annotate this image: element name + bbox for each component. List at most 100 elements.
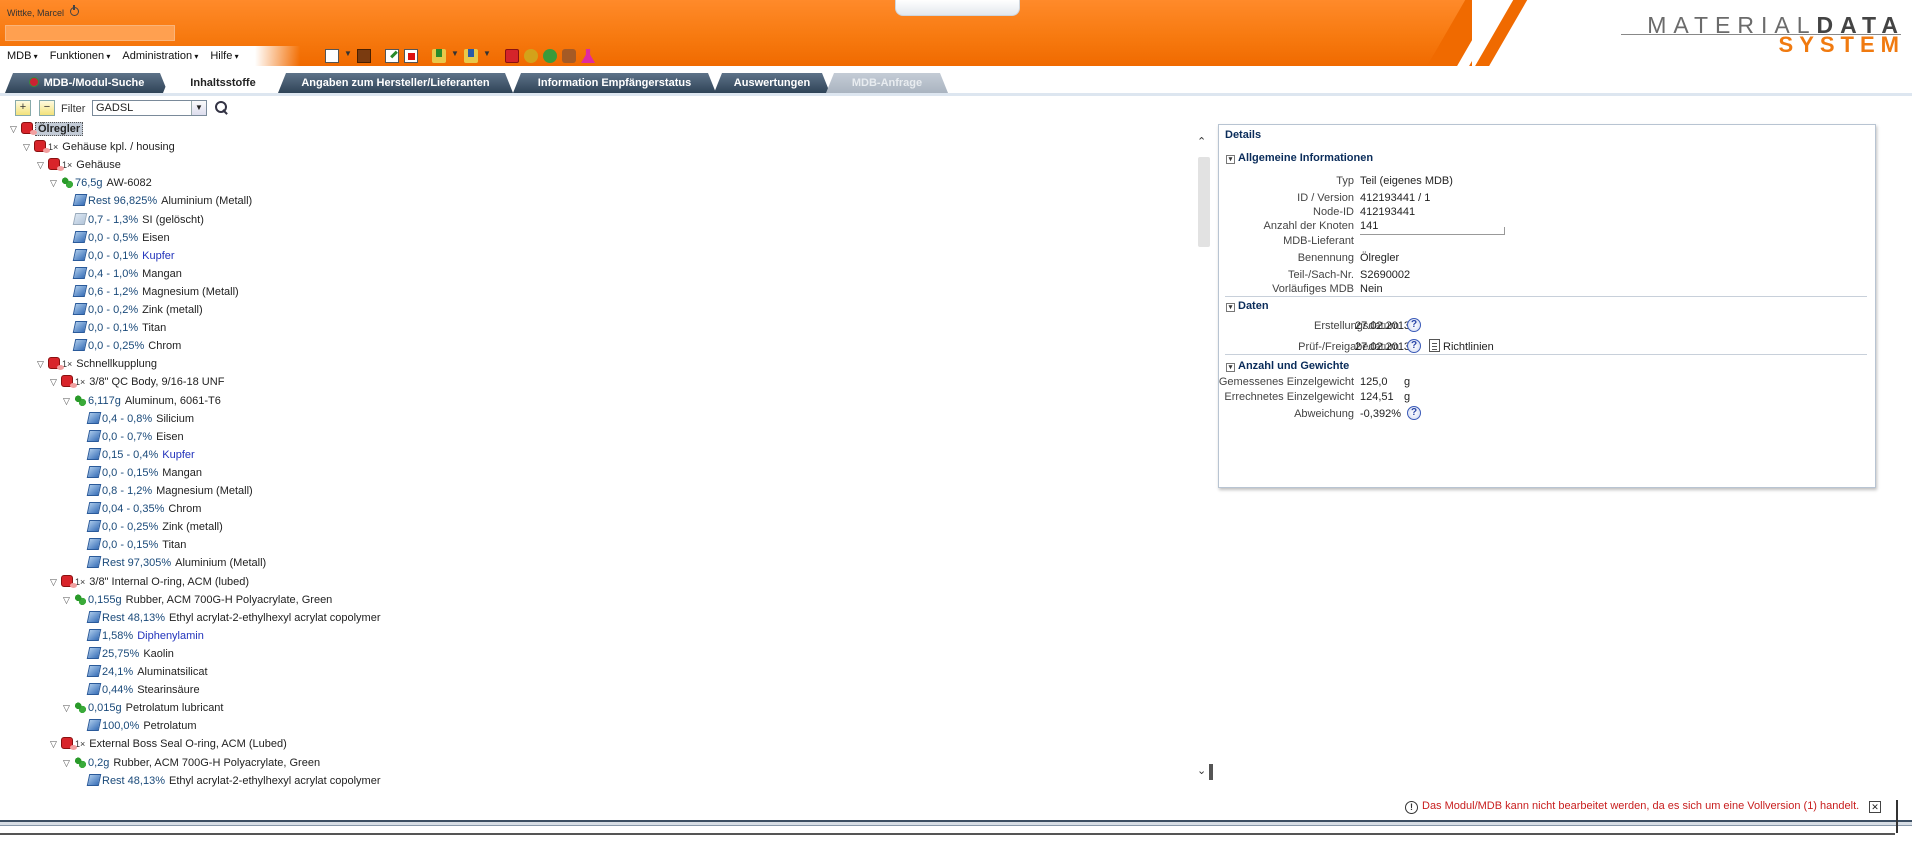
section-daten[interactable]: ▾ Daten [1226,299,1269,313]
tree-node[interactable]: 0,7 - 1,3% SI (gelöscht) [63,212,204,228]
expand-toggle-icon[interactable]: ▽ [63,592,74,608]
tree-node[interactable]: ▽ Ölregler [10,121,84,137]
tree-node[interactable]: 0,0 - 0,25% Chrom [63,338,181,354]
tree-node[interactable]: 0,0 - 0,2% Zink (metall) [63,302,203,318]
tab-empfaengerstatus[interactable]: Information Empfängerstatus [513,73,716,93]
tree-node[interactable]: 0,0 - 0,15% Mangan [77,465,202,481]
collapse-icon[interactable]: ▾ [1226,303,1235,312]
tree-node[interactable]: ▽ 0,015g Petrolatum lubricant [63,700,223,716]
component-icon [48,158,64,171]
search-icon[interactable] [215,101,228,114]
tree-node[interactable]: 0,15 - 0,4% Kupfer [77,447,195,463]
semi-component-icon[interactable] [524,49,538,63]
flask-icon[interactable] [581,49,595,63]
substance-icon [72,285,88,297]
tree-node[interactable]: 0,0 - 0,25% Zink (metall) [77,519,223,535]
document-icon[interactable] [1429,339,1440,352]
tab-auswertungen[interactable]: Auswertungen [714,73,830,93]
pdf-icon[interactable] [404,49,418,63]
node-name-link[interactable]: Kupfer [142,250,174,262]
chevron-down-icon[interactable]: ▼ [344,49,352,63]
menu-administration[interactable]: Administration [122,50,198,62]
node-name-link[interactable]: Diphenylamin [137,630,204,642]
tree-node[interactable]: 0,0 - 0,5% Eisen [63,230,170,246]
tree-node[interactable]: 0,4 - 1,0% Mangan [63,266,182,282]
download-icon[interactable] [432,49,446,63]
component-icon[interactable] [505,49,519,63]
expand-toggle-icon[interactable]: ▽ [37,157,48,173]
bag-icon[interactable] [562,49,576,63]
filter-select[interactable]: GADSL ▼ [92,100,207,116]
collapse-icon[interactable]: ▾ [1226,155,1235,164]
upload-icon[interactable] [464,49,478,63]
expand-all-icon[interactable]: + [15,100,31,116]
menu-hilfe[interactable]: Hilfe [210,50,238,62]
tree-node[interactable]: 100,0% Petrolatum [77,718,197,734]
tree-node[interactable]: 0,04 - 0,35% Chrom [77,501,201,517]
expand-toggle-icon[interactable]: ▽ [63,700,74,716]
right-edge-handle[interactable] [1896,800,1904,833]
tree-node[interactable]: ▽ 0,2g Rubber, ACM 700G-H Polyacrylate, Gr… [63,755,320,771]
tree-node[interactable]: ▽ 76,5g AW-6082 [50,175,152,191]
expand-toggle-icon[interactable]: ▽ [10,121,21,137]
tree-node[interactable]: 0,0 - 0,7% Eisen [77,429,184,445]
material-icon[interactable] [543,49,557,63]
save-icon[interactable] [357,49,371,63]
section-allgemeine-informationen[interactable]: ▾ Allgemeine Informationen [1226,151,1373,165]
tree-node[interactable]: 0,0 - 0,1% Kupfer [63,248,175,264]
tree-node[interactable]: ▽ 0,155g Rubber, ACM 700G-H Polyacrylate, … [63,592,332,608]
help-icon[interactable]: ? [1407,339,1421,353]
chevron-down-icon[interactable]: ▼ [191,101,206,115]
expand-toggle-icon[interactable]: ▽ [63,755,74,771]
scroll-up-icon[interactable]: ⌃ [1197,137,1209,148]
tree-node[interactable]: ▽ 1× Schnellkupplung [37,356,157,372]
expand-toggle-icon[interactable]: ▽ [50,175,61,191]
new-document-icon[interactable] [325,49,339,63]
tree-node[interactable]: 0,0 - 0,15% Titan [77,537,186,553]
menu-mdb[interactable]: MDB [7,50,38,62]
expand-toggle-icon[interactable]: ▽ [50,374,61,390]
logout-icon[interactable] [70,5,79,16]
tree-node[interactable]: 0,4 - 0,8% Silicium [77,411,194,427]
expand-toggle-icon[interactable]: ▽ [37,356,48,372]
edit-check-icon[interactable] [385,49,399,63]
help-icon[interactable]: ? [1407,318,1421,332]
section-anzahl-gewichte[interactable]: ▾ Anzahl und Gewichte [1226,359,1349,373]
tree-node[interactable]: Rest 48,13% Ethyl acrylat-2-ethylhexyl ac… [77,610,381,626]
chevron-down-icon[interactable]: ▼ [483,49,491,63]
close-icon[interactable]: ✕ [1869,801,1881,813]
expand-toggle-icon[interactable]: ▽ [50,736,61,752]
tree-node[interactable]: ▽ 1× Gehäuse kpl. / housing [23,139,175,155]
tree-node[interactable]: 0,44% Stearinsäure [77,682,200,698]
tree-node[interactable]: 25,75% Kaolin [77,646,174,662]
tree-node[interactable]: Rest 97,305% Aluminium (Metall) [77,555,266,571]
menu-funktionen[interactable]: Funktionen [50,50,111,62]
tree-scrollbar-thumb[interactable] [1198,157,1210,247]
tree-node[interactable]: 1,58% Diphenylamin [77,628,204,644]
expand-toggle-icon[interactable]: ▽ [63,393,74,409]
tree-node[interactable]: 0,6 - 1,2% Magnesium (Metall) [63,284,239,300]
tree-node[interactable]: Rest 96,825% Aluminium (Metall) [63,193,252,209]
help-icon[interactable]: ? [1407,406,1421,420]
collapse-icon[interactable]: ▾ [1226,363,1235,372]
tree-node[interactable]: 0,8 - 1,2% Magnesium (Metall) [77,483,253,499]
tree-node[interactable]: 24,1% Aluminatsilicat [77,664,208,680]
node-name-link[interactable]: Kupfer [162,449,194,461]
expand-toggle-icon[interactable]: ▽ [23,139,34,155]
tab-mdb-modul-suche[interactable]: MDB-/Modul-Suche [5,73,168,93]
tab-hersteller-lieferanten[interactable]: Angaben zum Hersteller/Lieferanten [278,73,513,93]
chevron-down-icon[interactable]: ▼ [451,49,459,63]
tree-node[interactable]: 0,0 - 0,1% Titan [63,320,166,336]
scroll-down-icon[interactable]: ⌄ [1197,766,1209,777]
tree-node[interactable]: ▽ 1× Gehäuse [37,157,121,173]
tree-node[interactable]: Rest 48,13% Ethyl acrylat-2-ethylhexyl ac… [77,773,381,789]
splitter-handle[interactable] [1209,764,1213,780]
tree-node[interactable]: ▽ 1× 3/8" Internal O-ring, ACM (lubed) [50,574,249,590]
tab-inhaltsstoffe[interactable]: Inhaltsstoffe [163,73,283,93]
collapse-all-icon[interactable]: − [39,100,55,116]
tree-node[interactable]: ▽ 6,117g Aluminum, 6061-T6 [63,393,221,409]
expand-toggle-icon[interactable]: ▽ [50,574,61,590]
tree-node[interactable]: ▽ 1× External Boss Seal O-ring, ACM (Lubed… [50,736,287,752]
tree-node[interactable]: ▽ 1× 3/8" QC Body, 9/16-18 UNF [50,374,224,390]
top-collapse-tab[interactable] [895,0,1020,16]
